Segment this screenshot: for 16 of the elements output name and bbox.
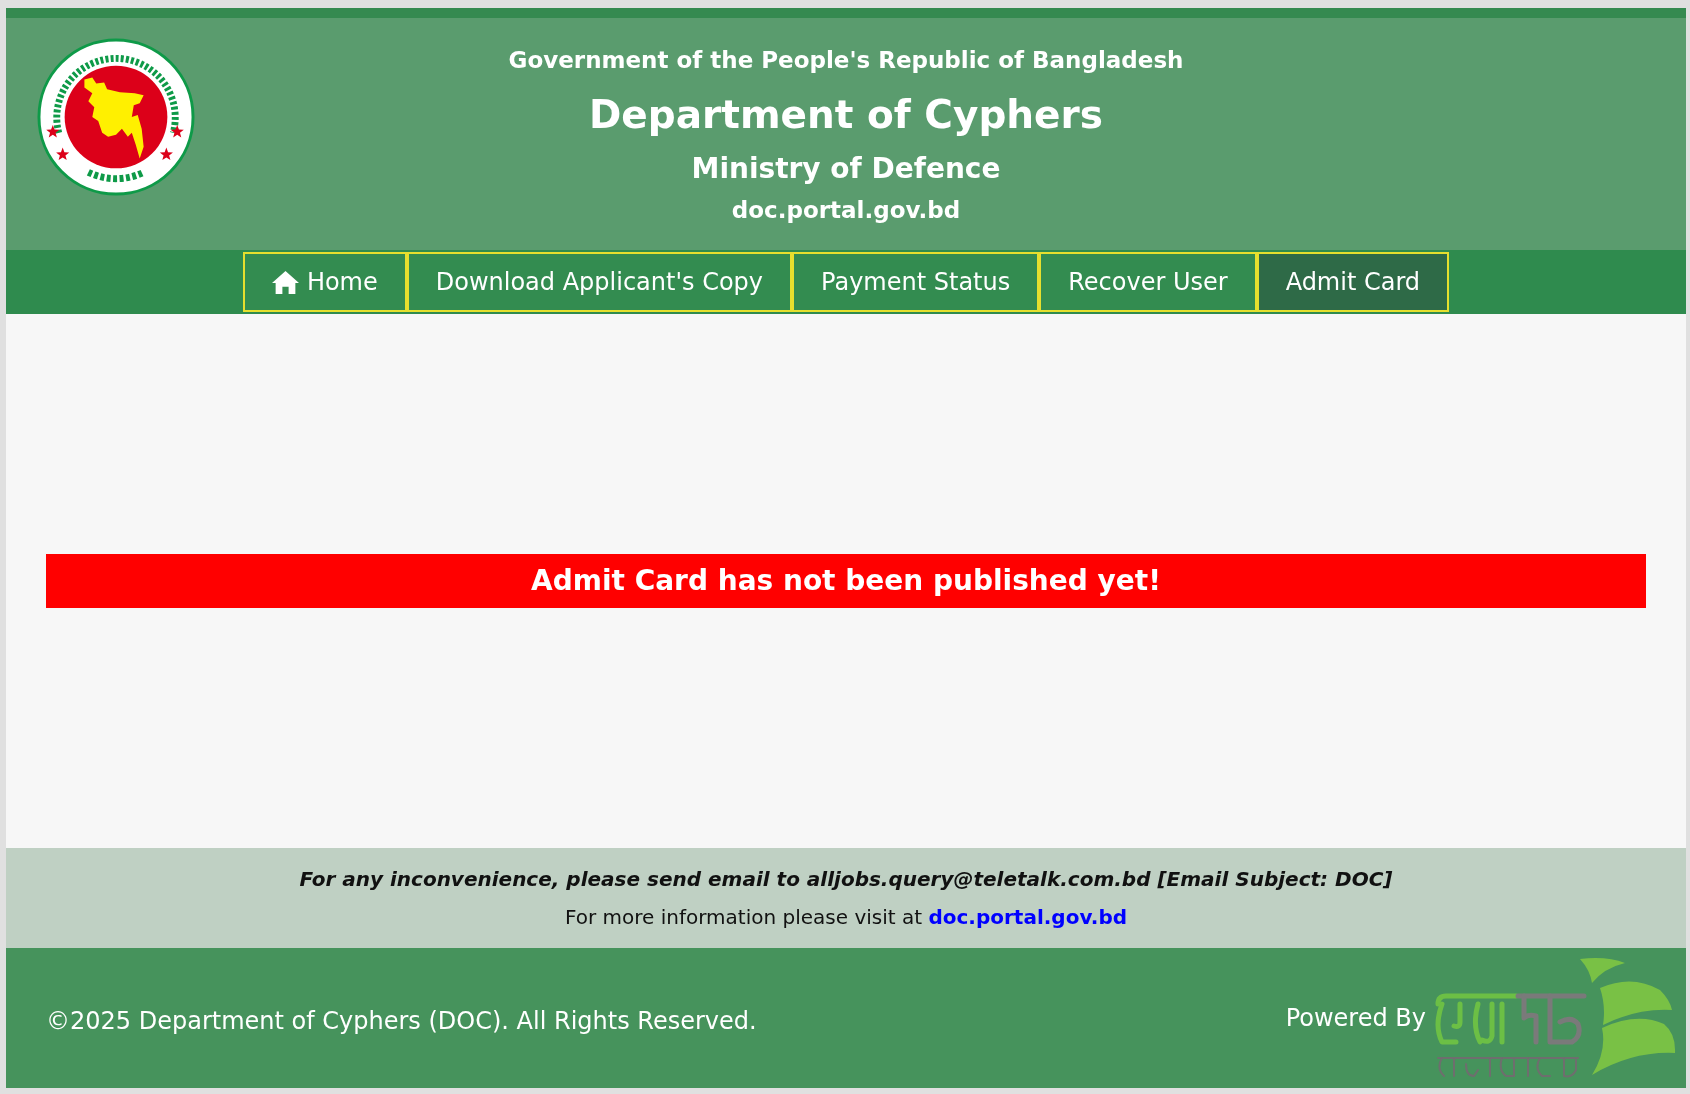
website-address: doc.portal.gov.bd — [731, 196, 961, 225]
nav-tab[interactable]: Payment Status — [792, 252, 1040, 312]
powered-by-text: Powered By — [1285, 1003, 1426, 1034]
visit-info: For more information please visit at doc.portal.gov.bd — [564, 904, 1128, 930]
notice-banner: Admit Card has not been published yet! — [46, 554, 1646, 608]
contact-notice: For any inconvenience, please send email to alljobs.query@teletalk.com.bd [Email Subject: DOC] — [299, 866, 1393, 892]
nav-tab[interactable]: Recover User — [1039, 252, 1257, 312]
department-title: Department of Cyphers — [589, 91, 1103, 139]
nav-tab[interactable]: Admit Card — [1256, 252, 1450, 312]
government-title: Government of the People's Republic of Bangladesh — [508, 46, 1184, 75]
home-icon — [271, 270, 299, 294]
website-link[interactable]: doc.portal.gov.bd — [928, 905, 1128, 929]
nav-tab[interactable]: Download Applicant's Copy — [406, 252, 793, 312]
ministry-title: Ministry of Defence — [691, 151, 1001, 187]
nav-tab[interactable]: Home — [242, 252, 407, 312]
copyright-text: ©2025 Department of Cyphers (DOC). All Rights Reserved. — [46, 1006, 757, 1037]
